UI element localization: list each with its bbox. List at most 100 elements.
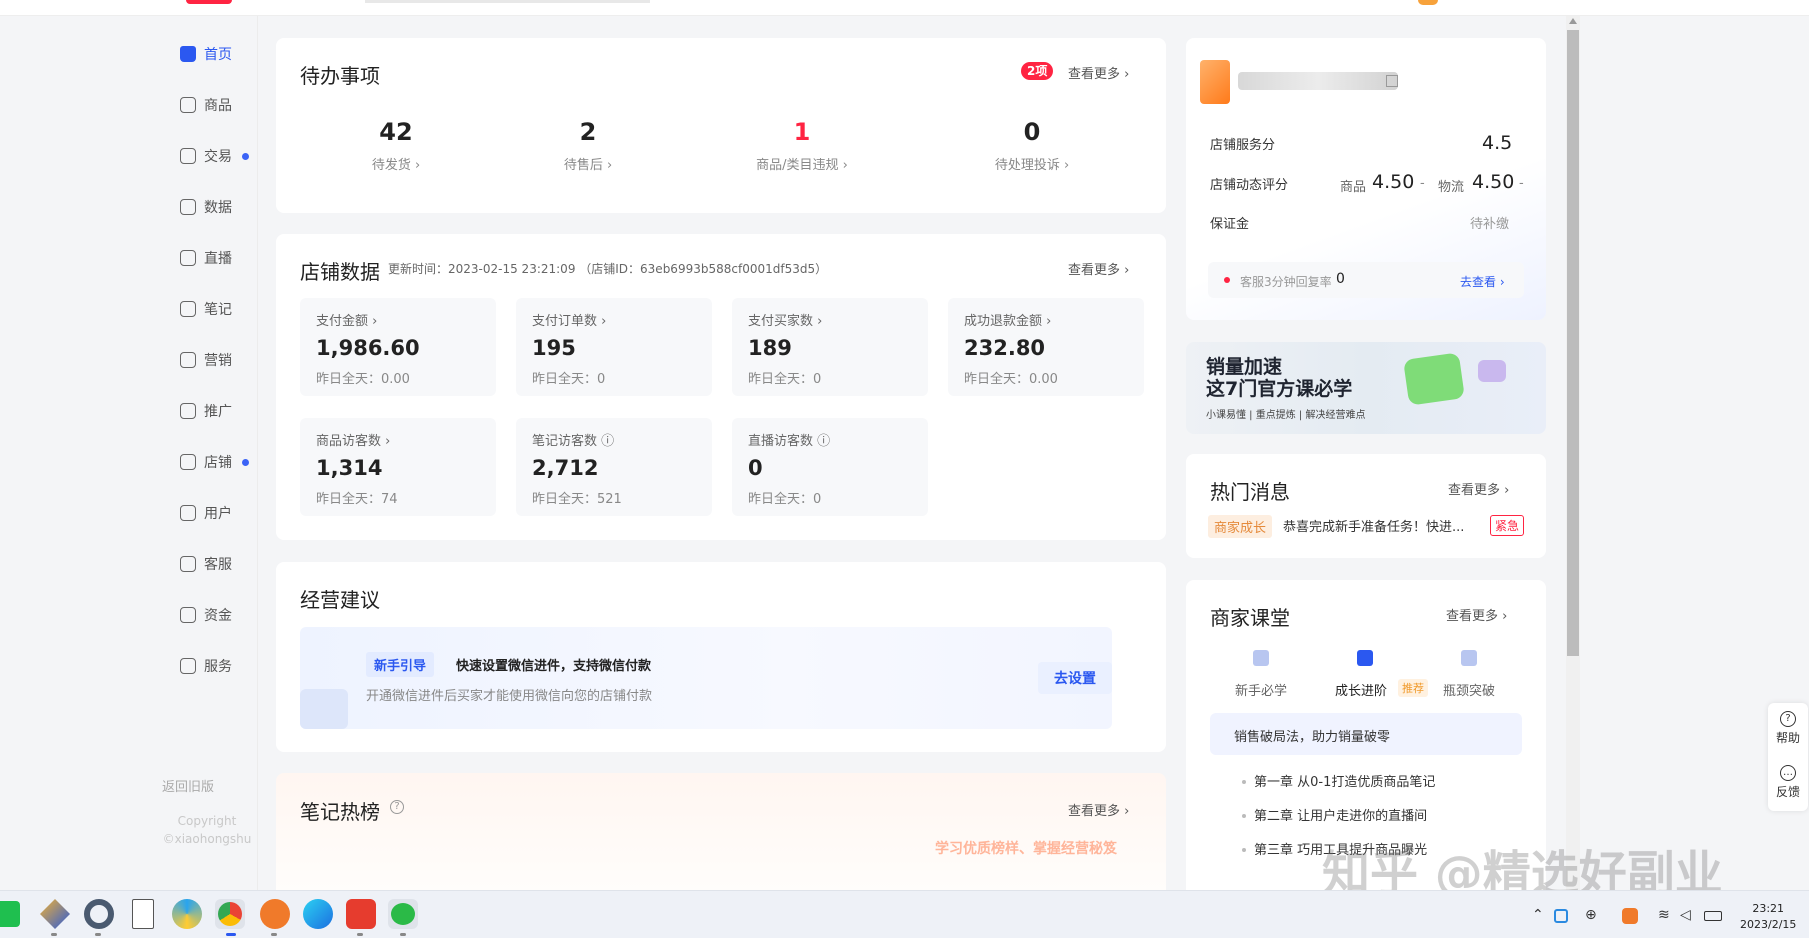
metric-tile[interactable]: 支付买家数 › 189 昨日全天：0 <box>732 298 928 396</box>
alert-dot-icon <box>1224 277 1230 283</box>
sidebar-item[interactable]: 推广 <box>180 399 232 423</box>
go-setup-button[interactable]: 去设置 <box>1038 662 1112 694</box>
battery-icon[interactable] <box>1704 911 1722 921</box>
sogou-tray-icon[interactable] <box>1622 908 1638 924</box>
todo-item-link[interactable]: 待售后 › <box>488 154 688 173</box>
course-chapter-link[interactable]: 第二章 让用户走进你的直播间 <box>1254 805 1427 824</box>
sidebar-item[interactable]: 笔记 <box>180 297 232 321</box>
update-time: 更新时间：2023-02-15 23:21:09 （店铺ID：63eb6993b… <box>388 262 828 276</box>
metric-tile[interactable]: 笔记访客数 ⓘ 2,712 昨日全天：521 <box>516 418 712 516</box>
promo-banner[interactable]: 销量加速 这7门官方课必学 小课易懂 | 重点提炼 | 解决经营难点 <box>1186 342 1546 434</box>
metric-tile[interactable]: 成功退款金额 › 232.80 昨日全天：0.00 <box>948 298 1144 396</box>
taskbar-indicator <box>400 933 406 936</box>
sidebar-item[interactable]: 首页 <box>180 42 232 66</box>
bullet-dot <box>1242 780 1246 784</box>
page-scrollbar[interactable] <box>1566 16 1580 890</box>
metric-yesterday: 昨日全天：0.00 <box>964 372 1058 387</box>
course-tab-icon <box>1461 650 1477 666</box>
play-icon <box>1403 352 1465 406</box>
store-icon <box>180 454 196 470</box>
wechat-app-slot[interactable] <box>388 899 418 929</box>
reply-rate-view-link[interactable]: 去查看 › <box>1460 273 1505 290</box>
course-tab[interactable]: 成长进阶 <box>1320 680 1402 699</box>
sidebar-item-label: 数据 <box>204 200 232 216</box>
merchant-growth-tag: 商家成长 <box>1208 515 1273 538</box>
qr-code-icon[interactable] <box>1386 75 1398 87</box>
sidebar-item[interactable]: 商品 <box>180 93 232 117</box>
speaker-icon[interactable]: ◁ <box>1680 907 1691 923</box>
help-icon[interactable]: ? <box>390 800 404 814</box>
metric-value: 1,314 <box>316 456 383 480</box>
hot-news-item[interactable]: 恭喜完成新手准备任务！快进... <box>1283 516 1464 535</box>
advice-illustration <box>300 689 348 729</box>
sidebar-item-label: 店铺 <box>204 455 232 471</box>
hot-news-more-link[interactable]: 查看更多 › <box>1448 479 1509 498</box>
store-data-more-link[interactable]: 查看更多 › <box>1068 259 1129 278</box>
metric-tile[interactable]: 商品访客数 › 1,314 昨日全天：74 <box>300 418 496 516</box>
metric-yesterday: 昨日全天：0.00 <box>316 372 410 387</box>
tray-app-icon[interactable] <box>1554 909 1568 923</box>
todo-item-link[interactable]: 待发货 › <box>296 154 496 173</box>
shop-avatar[interactable] <box>1200 60 1230 104</box>
taskbar-indicator <box>271 933 277 936</box>
todo-count[interactable]: 42 <box>326 118 466 146</box>
green-app-icon[interactable] <box>0 901 20 927</box>
sidebar-item[interactable]: 资金 <box>180 603 232 627</box>
avatar-fragment[interactable] <box>1418 0 1438 5</box>
metric-tile[interactable]: 支付订单数 › 195 昨日全天：0 <box>516 298 712 396</box>
copyright-line: ©xiaohongshu <box>162 832 252 846</box>
metric-yesterday: 昨日全天：521 <box>532 492 622 507</box>
file-icon[interactable] <box>132 899 154 929</box>
notification-dot <box>242 458 249 466</box>
system-clock[interactable]: 23:21 2023/2/15 <box>1740 901 1796 933</box>
help-button[interactable]: ? 帮助 <box>1768 711 1808 746</box>
sidebar-item-label: 服务 <box>204 659 232 675</box>
tray-chevron-icon[interactable]: ⌃ <box>1532 907 1544 923</box>
wifi-icon[interactable]: ≋ <box>1658 907 1670 923</box>
recommend-badge: 推荐 <box>1398 679 1428 697</box>
sidebar-item[interactable]: 交易 <box>180 144 249 168</box>
todo-count[interactable]: 1 <box>732 118 872 146</box>
store-data-title: 店铺数据 <box>300 260 380 284</box>
settings-gear-icon[interactable] <box>84 899 114 929</box>
wps-icon[interactable] <box>346 899 376 929</box>
notes-more-link[interactable]: 查看更多 › <box>1068 800 1129 819</box>
sidebar-item[interactable]: 用户 <box>180 501 232 525</box>
browser-icon[interactable] <box>172 899 202 929</box>
search-bar-fragment[interactable] <box>365 0 650 3</box>
sidebar-item[interactable]: 直播 <box>180 246 232 270</box>
scrollbar-thumb[interactable] <box>1567 30 1579 656</box>
deposit-status: 待补缴 <box>1470 217 1510 232</box>
hot-news-title: 热门消息 <box>1210 480 1290 504</box>
feedback-button[interactable]: … 反馈 <box>1768 765 1808 800</box>
sidebar-item[interactable]: 客服 <box>180 552 232 576</box>
todo-item-link[interactable]: 待处理投诉 › <box>932 154 1132 173</box>
course-more-link[interactable]: 查看更多 › <box>1446 605 1507 624</box>
input-method-icon[interactable]: ⊕ <box>1585 907 1597 923</box>
todo-more-link[interactable]: 查看更多 › <box>1068 63 1129 82</box>
sidebar-item[interactable]: 营销 <box>180 348 232 372</box>
sidebar-item[interactable]: 数据 <box>180 195 232 219</box>
chrome-app-slot[interactable] <box>215 899 245 929</box>
back-to-old-version-link[interactable]: 返回旧版 <box>162 776 214 795</box>
windows-taskbar: ⌃ ⊕ ≋ ◁ 23:21 2023/2/15 <box>0 890 1809 938</box>
edge-icon[interactable] <box>303 899 333 929</box>
todo-count[interactable]: 2 <box>518 118 658 146</box>
sidebar-item[interactable]: 服务 <box>180 654 232 678</box>
sidebar-item-label: 营销 <box>204 353 232 369</box>
sogou-icon[interactable] <box>260 899 290 929</box>
metric-tile[interactable]: 直播访客数 ⓘ 0 昨日全天：0 <box>732 418 928 516</box>
todo-item-link[interactable]: 商品/类目违规 › <box>702 154 902 173</box>
todo-count[interactable]: 0 <box>962 118 1102 146</box>
service-icon <box>180 658 196 674</box>
course-tab[interactable]: 瓶颈突破 <box>1424 680 1514 699</box>
course-headline: 销售破局法，助力销量破零 <box>1234 730 1391 745</box>
diamond-app-icon[interactable] <box>40 899 70 929</box>
course-header: 销售破局法，助力销量破零 <box>1210 713 1522 755</box>
scroll-up-arrow-icon[interactable] <box>1569 18 1577 24</box>
chrome-icon <box>218 902 242 926</box>
sidebar-item[interactable]: 店铺 <box>180 450 249 474</box>
course-chapter-link[interactable]: 第一章 从0-1打造优质商品笔记 <box>1254 771 1435 790</box>
course-tab[interactable]: 新手必学 <box>1216 680 1306 699</box>
metric-tile[interactable]: 支付金额 › 1,986.60 昨日全天：0.00 <box>300 298 496 396</box>
